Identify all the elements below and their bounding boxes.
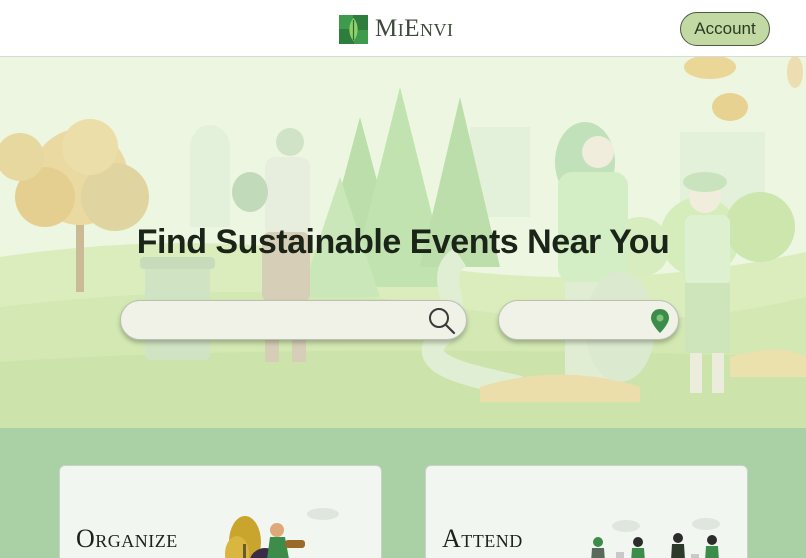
location-input[interactable]	[517, 309, 647, 333]
attend-illustration	[591, 518, 720, 558]
organize-card-title: Organize	[76, 524, 178, 553]
organize-illustration	[225, 508, 339, 558]
location-pin-icon[interactable]	[644, 305, 676, 337]
brand-name: MiEnvi	[375, 15, 454, 42]
organize-card[interactable]: Organize	[59, 465, 382, 558]
top-navigation-bar: MiEnvi Account	[0, 0, 806, 57]
location-search-bar[interactable]	[498, 300, 679, 340]
attend-card[interactable]: Attend	[425, 465, 748, 558]
event-search-bar[interactable]	[120, 300, 467, 340]
account-button[interactable]: Account	[680, 12, 770, 46]
leaf-logo-icon	[339, 14, 368, 44]
action-cards-section: Organize Attend	[0, 428, 806, 558]
hero-title: Find Sustainable Events Near You	[136, 223, 670, 261]
hero-section: Find Sustainable Events Near You	[0, 57, 806, 428]
attend-card-title: Attend	[442, 524, 523, 553]
brand-logo[interactable]: MiEnvi	[339, 14, 454, 44]
search-input[interactable]	[139, 309, 429, 333]
search-icon[interactable]	[426, 305, 458, 337]
